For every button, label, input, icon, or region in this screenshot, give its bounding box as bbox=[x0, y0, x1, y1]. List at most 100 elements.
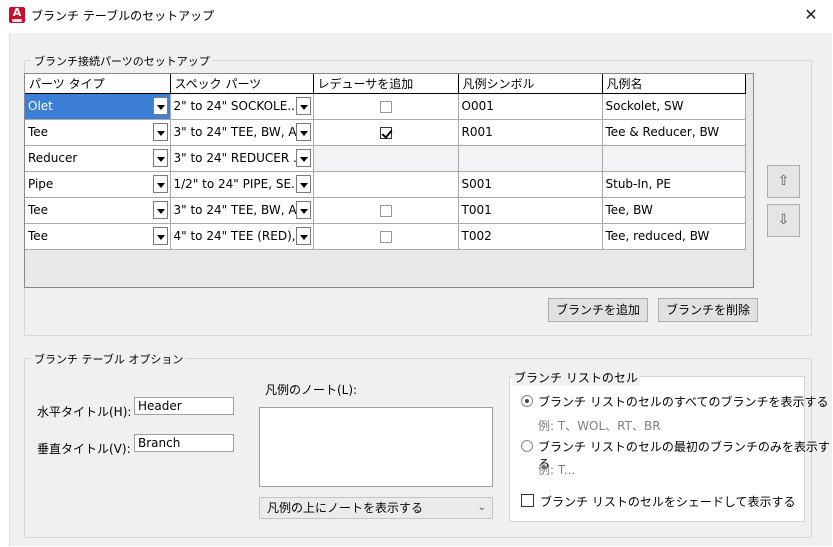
add-reducer-cell[interactable] bbox=[313, 119, 459, 146]
dropdown-arrow-icon[interactable] bbox=[295, 226, 311, 245]
options-legend: ブランチ テーブル オプション bbox=[31, 351, 187, 367]
table-row[interactable]: Olet 2" to 24" SOCKOLE... O001 Sockolet, SW bbox=[25, 93, 746, 120]
add-reducer-cell bbox=[313, 145, 459, 172]
spec-part-value: 1/2" to 24" PIPE, SE... bbox=[173, 176, 303, 191]
add-reducer-cell[interactable] bbox=[313, 197, 459, 224]
part-type-cell[interactable]: Tee bbox=[25, 119, 171, 146]
legend-name-cell[interactable]: Tee & Reducer, BW bbox=[602, 119, 746, 146]
legend-symbol-cell[interactable]: T002 bbox=[458, 223, 603, 250]
add-reducer-cell bbox=[313, 171, 459, 198]
move-up-button[interactable]: ⇧ bbox=[767, 165, 800, 198]
vertical-title-label: 垂直タイトル(V): bbox=[37, 442, 131, 456]
dropdown-arrow-icon[interactable] bbox=[152, 226, 168, 245]
spec-part-value: 2" to 24" SOCKOLE... bbox=[173, 98, 299, 113]
table-row[interactable]: Pipe 1/2" to 24" PIPE, SE... S001 Stub-In, … bbox=[25, 171, 746, 198]
legend-name-cell[interactable]: Stub-In, PE bbox=[602, 171, 746, 198]
spec-part-value: 3" to 24" TEE, BW, A... bbox=[173, 124, 308, 139]
part-type-value: Pipe bbox=[28, 176, 54, 191]
spec-part-cell[interactable]: 3" to 24" TEE, BW, A... bbox=[170, 197, 314, 224]
add-reducer-checkbox[interactable] bbox=[379, 100, 392, 113]
part-type-value: Olet bbox=[28, 98, 53, 113]
shade-cells-checkbox[interactable] bbox=[521, 494, 534, 507]
show-all-branches-radio[interactable] bbox=[521, 395, 533, 407]
chevron-down-icon: ⌄ bbox=[477, 502, 486, 513]
table-row[interactable]: Tee 3" to 24" TEE, BW, A... R001 Tee & Redu… bbox=[25, 119, 746, 146]
shade-cells-label[interactable]: ブランチ リストのセルをシェードして表示する bbox=[540, 493, 795, 510]
legend-symbol-cell[interactable]: T001 bbox=[458, 197, 603, 224]
dropdown-arrow-icon[interactable] bbox=[152, 148, 168, 167]
part-type-cell[interactable]: Reducer bbox=[25, 145, 171, 172]
legend-name-cell[interactable]: Sockolet, SW bbox=[602, 93, 746, 120]
window-title: ブランチ テーブルのセットアップ bbox=[31, 9, 215, 23]
add-reducer-checkbox[interactable] bbox=[379, 204, 392, 217]
legend-name-cell[interactable]: Tee, reduced, BW bbox=[602, 223, 746, 250]
arrow-down-icon: ⇩ bbox=[777, 212, 790, 228]
column-header-legend-symbol[interactable]: 凡例シンボル bbox=[458, 74, 603, 94]
close-button[interactable]: ✕ bbox=[799, 4, 823, 26]
legend-name-cell[interactable] bbox=[602, 145, 746, 172]
parts-setup-legend: ブランチ接続パーツのセットアップ bbox=[31, 53, 213, 69]
show-first-branch-label[interactable]: ブランチ リストのセルの最初のブランチのみを表示する bbox=[538, 438, 833, 472]
show-all-branches-label[interactable]: ブランチ リストのセルのすべてのブランチを表示する bbox=[538, 393, 829, 410]
dropdown-arrow-icon[interactable] bbox=[295, 122, 311, 141]
add-reducer-checkbox[interactable] bbox=[379, 230, 392, 243]
dropdown-arrow-icon[interactable] bbox=[152, 96, 168, 115]
part-type-value: Tee bbox=[28, 124, 49, 139]
dropdown-arrow-icon[interactable] bbox=[295, 148, 311, 167]
table-row[interactable]: Reducer 3" to 24" REDUCER ... bbox=[25, 145, 746, 172]
column-header-part-type[interactable]: パーツ タイプ bbox=[25, 74, 171, 94]
arrow-up-icon: ⇧ bbox=[777, 173, 790, 189]
show-all-example: 例: T、WOL、RT、BR bbox=[538, 419, 661, 433]
table-row[interactable]: Tee 4" to 24" TEE (RED),... T002 Tee, reduc… bbox=[25, 223, 746, 250]
dropdown-arrow-icon[interactable] bbox=[295, 200, 311, 219]
horizontal-title-label: 水平タイトル(H): bbox=[37, 405, 132, 419]
dropdown-arrow-icon[interactable] bbox=[152, 122, 168, 141]
spec-part-cell[interactable]: 3" to 24" REDUCER ... bbox=[170, 145, 314, 172]
legend-name-cell[interactable]: Tee, BW bbox=[602, 197, 746, 224]
part-type-cell[interactable]: Tee bbox=[25, 197, 171, 224]
spec-part-cell[interactable]: 3" to 24" TEE, BW, A... bbox=[170, 119, 314, 146]
autocad-app-icon: A bbox=[9, 7, 25, 23]
note-position-value: 凡例の上にノートを表示する bbox=[267, 501, 424, 515]
title-bar: A ブランチ テーブルのセットアップ ✕ bbox=[0, 0, 833, 32]
part-type-cell[interactable]: Olet bbox=[25, 93, 171, 120]
dropdown-arrow-icon[interactable] bbox=[295, 174, 311, 193]
legend-symbol-cell[interactable]: R001 bbox=[458, 119, 603, 146]
add-reducer-checkbox[interactable] bbox=[379, 126, 392, 139]
part-type-cell[interactable]: Tee bbox=[25, 223, 171, 250]
spec-part-cell[interactable]: 1/2" to 24" PIPE, SE... bbox=[170, 171, 314, 198]
add-branch-button[interactable]: ブランチを追加 bbox=[548, 298, 648, 322]
legend-note-textarea[interactable] bbox=[259, 407, 493, 487]
branch-list-cell-legend: ブランチ リストのセル bbox=[512, 369, 640, 386]
spec-part-value: 3" to 24" TEE, BW, A... bbox=[173, 202, 308, 217]
legend-symbol-cell[interactable]: S001 bbox=[458, 171, 603, 198]
horizontal-title-input[interactable]: Header bbox=[134, 397, 234, 415]
show-first-example: 例: T... bbox=[538, 463, 576, 477]
add-reducer-cell[interactable] bbox=[313, 223, 459, 250]
column-header-legend-name[interactable]: 凡例名 bbox=[602, 74, 746, 94]
dropdown-arrow-icon[interactable] bbox=[152, 174, 168, 193]
part-type-cell[interactable]: Pipe bbox=[25, 171, 171, 198]
spec-part-value: 4" to 24" TEE (RED),... bbox=[173, 228, 308, 243]
dropdown-arrow-icon[interactable] bbox=[152, 200, 168, 219]
legend-symbol-cell[interactable] bbox=[458, 145, 603, 172]
show-first-branch-radio[interactable] bbox=[521, 440, 533, 452]
part-type-value: Tee bbox=[28, 202, 49, 217]
spec-part-cell[interactable]: 2" to 24" SOCKOLE... bbox=[170, 93, 314, 120]
part-type-value: Tee bbox=[28, 228, 49, 243]
add-reducer-cell[interactable] bbox=[313, 93, 459, 120]
vertical-title-input[interactable]: Branch bbox=[134, 434, 234, 452]
delete-branch-button[interactable]: ブランチを削除 bbox=[658, 298, 758, 322]
legend-symbol-cell[interactable]: O001 bbox=[458, 93, 603, 120]
spec-part-value: 3" to 24" REDUCER ... bbox=[173, 150, 305, 165]
legend-note-label: 凡例のノート(L): bbox=[265, 383, 358, 397]
table-row[interactable]: Tee 3" to 24" TEE, BW, A... T001 Tee, BW bbox=[25, 197, 746, 224]
note-position-dropdown[interactable]: 凡例の上にノートを表示する ⌄ bbox=[259, 497, 493, 519]
spec-part-cell[interactable]: 4" to 24" TEE (RED),... bbox=[170, 223, 314, 250]
branch-parts-grid[interactable]: パーツ タイプ スペック パーツ レデューサを追加 凡例シンボル 凡例名 Ole… bbox=[24, 73, 754, 288]
column-header-spec-part[interactable]: スペック パーツ bbox=[170, 74, 314, 94]
dropdown-arrow-icon[interactable] bbox=[295, 96, 311, 115]
column-header-add-reducer[interactable]: レデューサを追加 bbox=[313, 74, 459, 94]
part-type-value: Reducer bbox=[28, 150, 78, 165]
move-down-button[interactable]: ⇩ bbox=[767, 204, 800, 237]
